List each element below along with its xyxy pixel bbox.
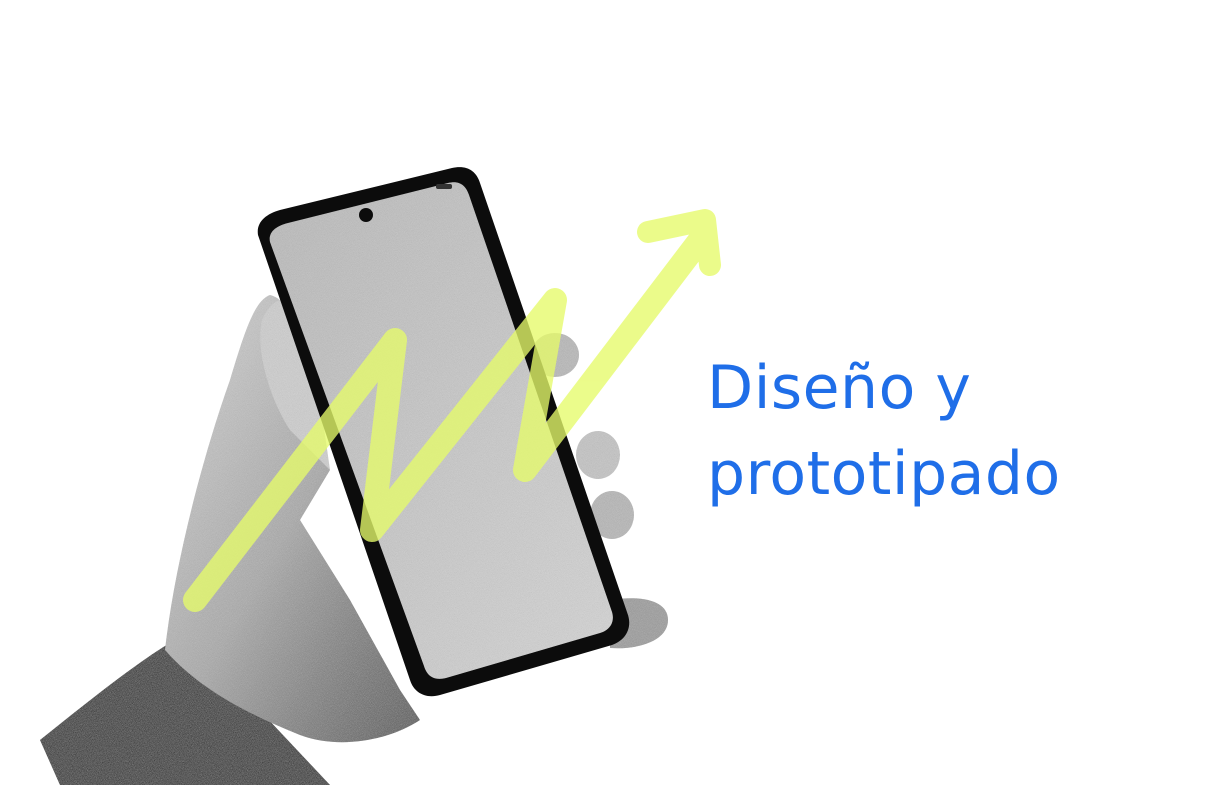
headline-line-2: prototipado: [707, 439, 1061, 509]
front-camera-icon: [359, 208, 373, 222]
hero-canvas: Diseño y prototipado: [0, 0, 1212, 785]
headline-line-1: Diseño y: [707, 353, 972, 423]
headline: Diseño y prototipado: [707, 345, 1187, 517]
